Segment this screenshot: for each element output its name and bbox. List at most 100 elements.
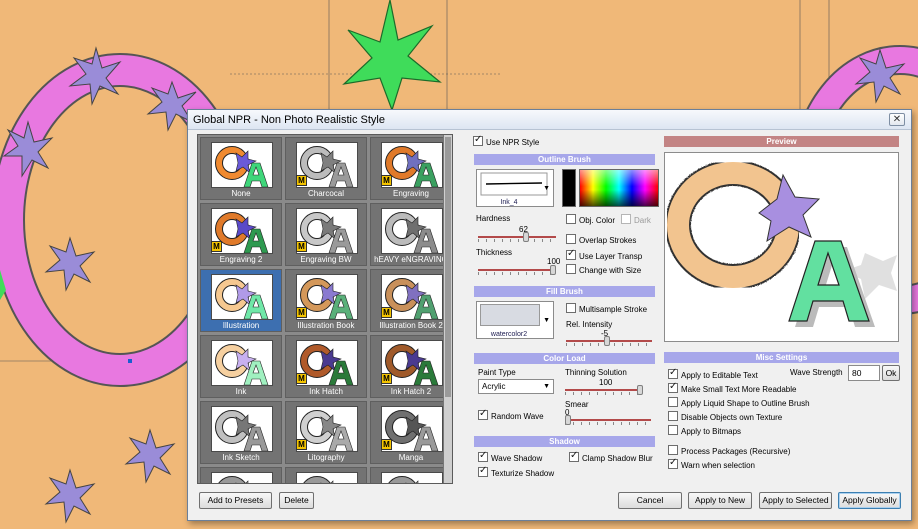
preset-tile[interactable]: Ink (200, 335, 282, 398)
chevron-down-icon: ▼ (543, 383, 550, 390)
close-icon: ✕ (892, 114, 902, 125)
add-to-presets-button[interactable]: Add to Presets (199, 492, 272, 509)
preset-tile[interactable]: Ink Sketch (200, 401, 282, 464)
preset-tile[interactable] (285, 467, 367, 483)
use-layer-transp-checkbox[interactable]: Use Layer Transp (566, 248, 642, 261)
npr-dialog: Global NPR - Non Photo Realistic Style ✕… (187, 109, 912, 521)
preset-label: hEAVY eNGRAVING (374, 255, 448, 264)
close-button[interactable]: ✕ (889, 113, 905, 126)
preset-tile[interactable]: M Litography (285, 401, 367, 464)
preset-label: Ink (235, 387, 247, 396)
preset-thumbnail (381, 208, 443, 254)
thinning-slider-thumb[interactable] (637, 385, 643, 395)
misc-option-checkbox[interactable]: Apply to Bitmaps (668, 425, 741, 436)
misc-option-label: Disable Objects own Texture (681, 413, 783, 422)
preset-thumbnail (211, 340, 273, 386)
preset-tile[interactable]: M Charcocal (285, 137, 367, 200)
preset-badge: M (211, 241, 222, 252)
preset-tile[interactable]: Illustration (200, 269, 282, 332)
preset-label: Illustration Book 2 (379, 321, 443, 330)
preview-canvas (664, 152, 899, 342)
color-spectrum-picker[interactable] (579, 169, 659, 207)
use-npr-style-check[interactable] (473, 134, 483, 146)
preset-tile[interactable]: M Illustration Book 2 (370, 269, 452, 332)
obj-color-checkbox[interactable]: Obj. Color (566, 214, 615, 225)
apply-globally-button[interactable]: Apply Globally (838, 492, 901, 509)
preset-tile[interactable]: M Illustration Book (285, 269, 367, 332)
cancel-button[interactable]: Cancel (618, 492, 682, 509)
preset-label: Engraving 2 (219, 255, 263, 264)
clamp-shadow-blur-checkbox[interactable]: Clamp Shadow Blur (569, 450, 653, 463)
preset-thumbnail (381, 472, 443, 483)
fill-brush-header: Fill Brush (474, 286, 655, 297)
preset-scrollbar[interactable] (443, 135, 452, 483)
thickness-slider-thumb[interactable] (550, 265, 556, 275)
preset-thumbnail (211, 406, 273, 452)
outline-brush-select[interactable]: Ink_4 ▼ (476, 169, 554, 207)
fill-brush-select[interactable]: watercolor2 ▼ (476, 301, 554, 339)
texturize-shadow-checkbox[interactable]: Texturize Shadow (478, 465, 554, 478)
preset-label: Illustration Book (297, 321, 355, 330)
preset-badge: M (381, 373, 392, 384)
outline-brush-header: Outline Brush (474, 154, 655, 165)
hardness-slider-thumb[interactable] (523, 232, 529, 242)
preset-tile[interactable]: M Ink Hatch 2 (370, 335, 452, 398)
wave-strength-ok-button[interactable]: Ok (882, 365, 900, 381)
preset-badge: M (381, 307, 392, 318)
preset-gallery[interactable]: M Manga M Litography Ink Sketch M Ink Hatch… (197, 134, 453, 484)
preset-tile[interactable]: M Manga (370, 401, 452, 464)
hardness-slider[interactable] (478, 232, 556, 242)
misc-option-checkbox[interactable]: Apply Liquid Shape to Outline Brush (668, 397, 810, 408)
brush-color-swatch[interactable] (562, 169, 576, 207)
thinning-solution-slider[interactable] (565, 385, 643, 395)
rel-intensity-slider-thumb[interactable] (604, 336, 610, 346)
delete-button[interactable]: Delete (279, 492, 314, 509)
thinning-solution-label: Thinning Solution (565, 368, 627, 377)
rel-intensity-label: Rel. Intensity (566, 320, 613, 329)
smear-slider[interactable] (565, 415, 651, 425)
misc-option-label: Apply to Editable Text (681, 371, 758, 380)
change-with-size-checkbox[interactable]: Change with Size (566, 264, 641, 275)
preset-badge: M (296, 175, 307, 186)
misc-option-checkbox[interactable]: Process Packages (Recursive) (668, 445, 790, 456)
preset-badge: M (296, 373, 307, 384)
preset-tile[interactable]: M Engraving 2 (200, 203, 282, 266)
preset-tile[interactable] (370, 467, 452, 483)
paint-type-label: Paint Type (478, 368, 516, 377)
random-wave-checkbox[interactable]: Random Wave (478, 408, 544, 421)
preset-thumbnail (211, 274, 273, 320)
apply-to-selected-button[interactable]: Apply to Selected (759, 492, 832, 509)
preset-label: Engraving BW (300, 255, 352, 264)
preset-label: Illustration (222, 321, 260, 330)
overlap-strokes-checkbox[interactable]: Overlap Strokes (566, 234, 636, 245)
preset-label: Charcocal (307, 189, 344, 198)
apply-to-new-button[interactable]: Apply to New (688, 492, 752, 509)
smear-slider-thumb[interactable] (565, 415, 571, 425)
preset-tile[interactable]: M Engraving (370, 137, 452, 200)
preset-label: Ink Hatch (309, 387, 343, 396)
dark-checkbox[interactable]: Dark (621, 214, 651, 225)
paint-type-select[interactable]: Acrylic ▼ (478, 379, 554, 394)
chevron-down-icon: ▼ (543, 317, 550, 324)
preset-tile[interactable]: M Engraving BW (285, 203, 367, 266)
preset-badge: M (381, 175, 392, 186)
wave-shadow-checkbox[interactable]: Wave Shadow (478, 450, 542, 463)
multisample-stroke-checkbox[interactable]: Multisample Stroke (566, 303, 647, 314)
wave-strength-input[interactable]: 80 (848, 365, 880, 381)
misc-option-checkbox[interactable]: Disable Objects own Texture (668, 411, 782, 422)
misc-option-checkbox[interactable]: Apply to Editable Text (668, 367, 758, 380)
thickness-slider[interactable] (478, 265, 556, 275)
misc-option-label: Process Packages (Recursive) (681, 447, 791, 456)
preset-tile[interactable]: hEAVY eNGRAVING (370, 203, 452, 266)
rel-intensity-slider[interactable] (566, 336, 652, 346)
misc-settings-header: Misc Settings (664, 352, 899, 363)
thickness-label: Thickness (476, 248, 513, 257)
misc-option-checkbox[interactable]: Make Small Text More Readable (668, 381, 797, 394)
dialog-titlebar: Global NPR - Non Photo Realistic Style ✕ (188, 110, 911, 130)
preset-tile[interactable]: None (200, 137, 282, 200)
use-npr-style-checkbox[interactable]: Use NPR Style (473, 134, 539, 147)
misc-option-label: Make Small Text More Readable (681, 385, 797, 394)
preset-tile[interactable] (200, 467, 282, 483)
preset-tile[interactable]: M Ink Hatch (285, 335, 367, 398)
misc-option-checkbox[interactable]: Warn when selection (668, 457, 755, 470)
